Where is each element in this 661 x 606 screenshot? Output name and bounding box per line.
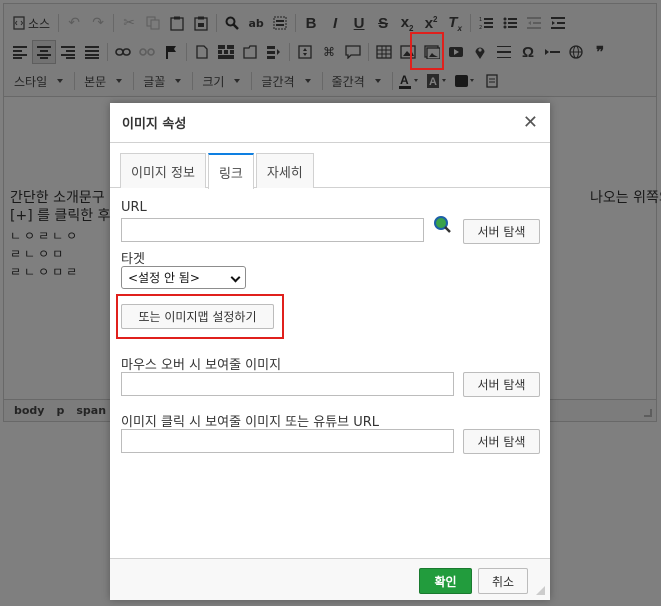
- target-select-value: <설정 안 됨>: [128, 271, 200, 285]
- url-input[interactable]: [121, 218, 424, 242]
- dialog-tabs: 이미지 정보 링크 자세히: [120, 153, 316, 189]
- tab-advanced[interactable]: 자세히: [255, 153, 314, 188]
- cancel-button[interactable]: 취소: [478, 568, 528, 594]
- mouseover-input[interactable]: [121, 372, 454, 396]
- url-label: URL: [121, 200, 147, 215]
- globe-search-icon[interactable]: [433, 215, 451, 233]
- mouseover-browse-server-button[interactable]: 서버 탐색: [463, 372, 540, 397]
- click-image-input[interactable]: [121, 429, 454, 453]
- chevron-down-icon: [230, 272, 241, 283]
- click-image-label: 이미지 클릭 시 보여줄 이미지 또는 유튜브 URL: [121, 415, 380, 430]
- dialog-title: 이미지 속성: [110, 103, 550, 143]
- url-browse-server-button[interactable]: 서버 탐색: [463, 219, 540, 244]
- image-button-highlight: [410, 32, 444, 70]
- tab-link[interactable]: 링크: [207, 153, 254, 189]
- mouseover-label: 마우스 오버 시 보여줄 이미지: [121, 358, 282, 373]
- target-select[interactable]: <설정 안 됨>: [121, 266, 246, 289]
- image-properties-dialog: 이미지 속성 ✕ 이미지 정보 링크 자세히 URL 서버 탐색 타겟 <설정 …: [110, 103, 550, 600]
- imagemap-button[interactable]: 또는 이미지맵 설정하기: [121, 304, 274, 329]
- ok-button[interactable]: 확인: [419, 568, 472, 594]
- target-label: 타겟: [121, 252, 145, 267]
- close-icon[interactable]: ✕: [523, 113, 538, 133]
- dialog-footer: 확인 취소: [110, 558, 550, 600]
- click-image-browse-server-button[interactable]: 서버 탐색: [463, 429, 540, 454]
- dialog-resize-handle[interactable]: [536, 586, 545, 595]
- tab-image-info[interactable]: 이미지 정보: [120, 153, 206, 188]
